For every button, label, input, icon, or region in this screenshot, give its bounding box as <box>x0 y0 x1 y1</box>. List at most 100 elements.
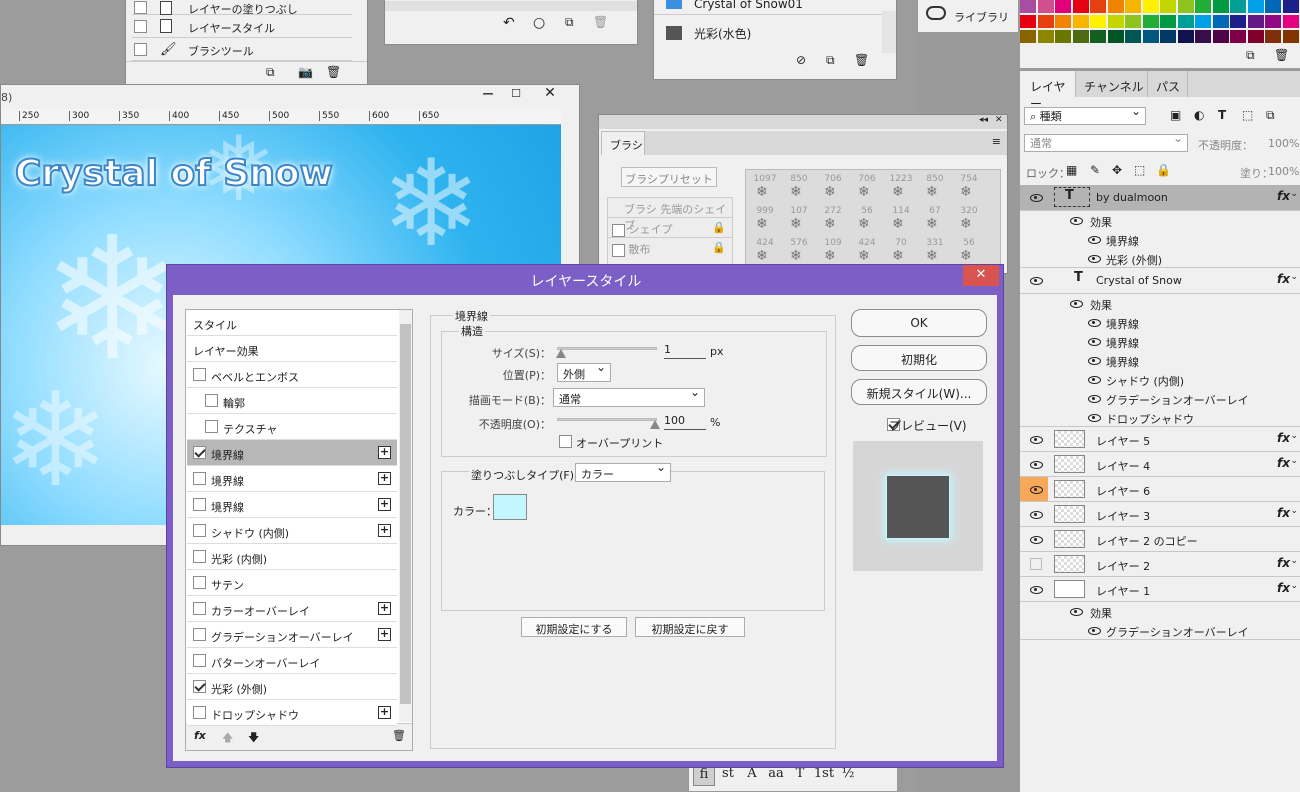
history-snapshot-checkbox[interactable] <box>134 43 147 56</box>
layer-row[interactable]: T Crystal of Snow fx ⌄ <box>1020 268 1300 294</box>
eye-icon[interactable] <box>1070 217 1083 225</box>
size-slider[interactable] <box>556 347 657 358</box>
fx-icon[interactable]: fx <box>1277 456 1290 470</box>
brush-tip-size[interactable]: 272 <box>818 206 848 216</box>
history-item[interactable]: 🖌 ブラシツール <box>132 38 352 61</box>
size-input[interactable]: 1 <box>664 343 706 359</box>
style-option[interactable]: パターンオーバーレイ <box>187 648 397 674</box>
color-swatch[interactable] <box>1247 15 1264 28</box>
style-option[interactable]: ベベルとエンボス <box>187 362 397 388</box>
chevron-down-icon[interactable]: ⌄ <box>1290 456 1298 466</box>
circle-icon[interactable]: ○ <box>533 15 545 31</box>
library-button[interactable]: ライブラリ <box>918 0 1018 32</box>
character-style-button[interactable]: T <box>789 766 811 786</box>
character-style-button[interactable]: A <box>741 766 763 786</box>
swatch-grid[interactable] <box>1020 0 1300 44</box>
character-style-button[interactable]: 1st <box>813 766 835 786</box>
layer-row[interactable]: 境界線 <box>1020 230 1300 249</box>
style-option[interactable]: グラデーションオーバーレイ + <box>187 622 397 648</box>
add-style-icon[interactable]: + <box>378 524 391 537</box>
fx-icon[interactable]: fx <box>1277 272 1290 286</box>
brush-tip-size[interactable]: 850 <box>784 174 814 184</box>
style-option[interactable]: ドロップシャドウ + <box>187 700 397 726</box>
undo-icon[interactable]: ↶ <box>503 15 515 31</box>
brush-tip-size[interactable]: 114 <box>886 206 916 216</box>
color-swatch[interactable] <box>1107 0 1124 13</box>
color-swatch[interactable] <box>1037 15 1054 28</box>
brush-tip-size[interactable]: 56 <box>954 238 984 248</box>
make-default-button[interactable]: 初期設定にする <box>521 617 627 637</box>
brush-tip-size[interactable]: 576 <box>784 238 814 248</box>
layer-row[interactable]: 効果 <box>1020 602 1300 621</box>
color-swatch[interactable] <box>1142 15 1159 28</box>
color-swatch[interactable] <box>1107 30 1124 43</box>
layer-row[interactable]: レイヤー 2 fx ⌄ <box>1020 552 1300 577</box>
style-checkbox[interactable] <box>205 420 218 433</box>
style-checkbox[interactable] <box>193 498 206 511</box>
layer-row[interactable]: 効果 <box>1020 211 1300 230</box>
lock-all-icon[interactable]: 🔒 <box>1156 163 1171 177</box>
eye-icon[interactable] <box>1088 376 1101 384</box>
style-option[interactable]: 境界線 + <box>187 440 397 466</box>
color-swatch[interactable] <box>1160 0 1176 13</box>
color-swatch[interactable] <box>1230 30 1246 43</box>
style-checkbox[interactable] <box>193 550 206 563</box>
style-checkbox[interactable] <box>193 576 206 589</box>
style-option[interactable]: テクスチャ <box>187 414 397 440</box>
styles-scrollbar[interactable] <box>399 310 412 722</box>
layer-row[interactable]: レイヤー 4 fx ⌄ <box>1020 452 1300 477</box>
chevron-down-icon[interactable]: ⌄ <box>1290 431 1298 441</box>
style-option[interactable]: カラーオーバーレイ + <box>187 596 397 622</box>
character-style-button[interactable]: ½ <box>837 766 859 786</box>
visibility-cell-empty[interactable] <box>1030 558 1042 570</box>
tab-layers[interactable]: レイヤー <box>1020 71 1076 111</box>
chevron-down-icon[interactable]: ⌄ <box>1290 506 1298 516</box>
color-swatch[interactable] <box>1125 30 1141 43</box>
color-swatch[interactable] <box>1037 30 1054 43</box>
trash-icon[interactable]: 🗑 <box>392 729 406 742</box>
layer-row[interactable]: グラデーションオーバーレイ <box>1020 389 1300 408</box>
fx-icon[interactable]: fx <box>1277 189 1290 203</box>
layer-row[interactable]: グラデーションオーバーレイ <box>1020 621 1300 640</box>
eye-icon[interactable] <box>1030 461 1043 469</box>
style-option[interactable]: 輪郭 <box>187 388 397 414</box>
layer-row[interactable]: 光彩 (外側) <box>1020 249 1300 268</box>
checkbox[interactable] <box>612 243 625 257</box>
color-swatch[interactable] <box>1230 0 1246 13</box>
color-swatch[interactable] <box>1090 15 1106 28</box>
reset-default-button[interactable]: 初期設定に戻す <box>635 617 745 637</box>
brush-tip-size[interactable]: 70 <box>886 238 916 248</box>
dialog-close-button[interactable]: ✕ <box>963 265 999 286</box>
eye-icon[interactable] <box>1030 277 1043 285</box>
color-swatch[interactable] <box>1195 15 1211 28</box>
eye-icon[interactable] <box>1088 255 1101 263</box>
color-swatch[interactable] <box>1090 30 1106 43</box>
lock-paint-icon[interactable]: ✎ <box>1090 163 1100 177</box>
eye-icon[interactable] <box>1088 357 1101 365</box>
smart-object-filter-icon[interactable]: ⧉ <box>1266 108 1275 123</box>
layer-row[interactable]: ドロップシャドウ <box>1020 408 1300 427</box>
maximize-button[interactable]: ☐ <box>503 87 529 105</box>
history-snapshot-checkbox[interactable] <box>134 1 147 14</box>
reset-button[interactable]: 初期化 <box>851 345 987 371</box>
layer-row[interactable]: レイヤー 6 <box>1020 477 1300 502</box>
eye-icon[interactable] <box>1088 395 1101 403</box>
stroke-color-swatch[interactable] <box>493 494 527 520</box>
move-down-icon[interactable]: 🡇 <box>248 729 259 748</box>
brush-tip-size[interactable]: 706 <box>818 174 848 184</box>
color-swatch[interactable] <box>1090 0 1106 13</box>
color-swatch[interactable] <box>1195 0 1211 13</box>
position-select[interactable]: 外側 <box>557 360 611 382</box>
color-swatch[interactable] <box>1177 30 1194 43</box>
brush-tip-size[interactable]: 424 <box>852 238 882 248</box>
layer-row[interactable]: レイヤー 1 fx ⌄ <box>1020 577 1300 602</box>
lock-transparent-icon[interactable]: ▦ <box>1066 163 1077 177</box>
add-style-icon[interactable]: + <box>378 706 391 719</box>
eye-icon[interactable] <box>1070 300 1083 308</box>
character-style-button[interactable]: st <box>717 766 739 786</box>
tab-brush[interactable]: ブラシ <box>601 131 645 155</box>
close-button[interactable]: ✕ <box>535 85 565 105</box>
lock-position-icon[interactable]: ✥ <box>1112 163 1122 177</box>
style-checkbox[interactable] <box>193 368 206 381</box>
minimize-button[interactable]: — <box>475 87 501 105</box>
